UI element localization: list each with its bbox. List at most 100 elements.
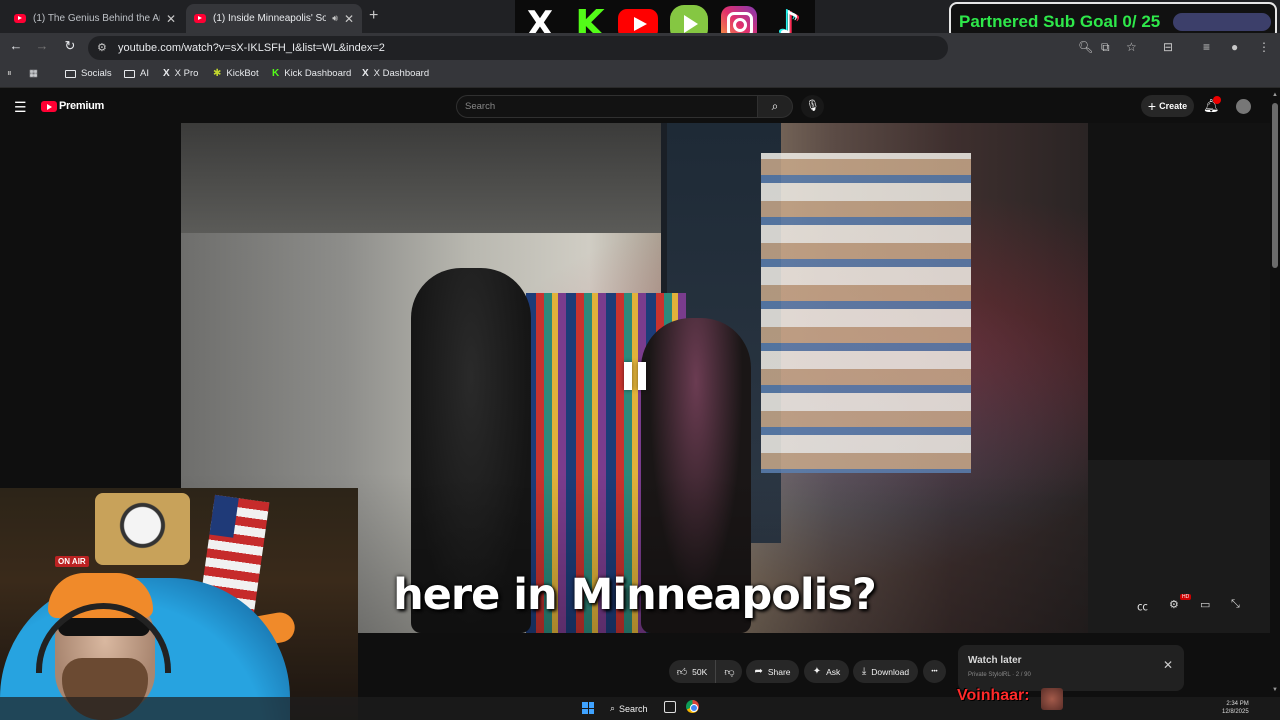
taskbar-search-button[interactable]: ⌕ Search <box>605 700 653 717</box>
ask-label: Ask <box>826 666 841 677</box>
x-icon: X <box>163 68 170 79</box>
scroll-up-arrow-icon[interactable]: ▲ <box>1272 92 1278 98</box>
zoom-icon[interactable]: 🔍︎ <box>1078 40 1093 54</box>
kickbot-icon: ✱ <box>213 68 222 79</box>
download-label: Download <box>871 666 910 677</box>
site-settings-icon[interactable]: ⚙︎ <box>97 41 107 54</box>
download-button[interactable]: ⤓ Download <box>853 660 918 683</box>
taskbar-clock[interactable]: 2:34 PM 12/8/2025 <box>1222 700 1249 716</box>
pause-icon[interactable] <box>617 358 653 394</box>
video-scene-shelves <box>761 153 971 473</box>
menu-icon[interactable]: ☰ <box>14 99 27 116</box>
bookmark-kickbot[interactable]: ✱ KickBot <box>213 68 259 79</box>
bookmark-label: X Dashboard <box>373 68 430 79</box>
microphone-icon[interactable]: 🎙︎ <box>801 95 824 118</box>
windows-taskbar: ⌕ Search 2:34 PM 12/8/2025 <box>0 697 1280 720</box>
youtube-header: ☰ Premium ⌕ 🎙︎ + Create 🔔︎ <box>0 91 1270 122</box>
search-box[interactable] <box>456 95 758 118</box>
share-label: Share <box>767 666 791 677</box>
bookmark-socials[interactable]: Socials <box>65 68 112 79</box>
browser-toolbar: ← → ↻ ⚙︎ youtube.com/watch?v=sX-IKLSFH_I… <box>0 33 1280 62</box>
video-scene-ceiling <box>181 123 741 233</box>
folder-icon <box>65 69 76 78</box>
close-icon[interactable]: ✕ <box>1163 658 1173 672</box>
address-bar[interactable]: ⚙︎ youtube.com/watch?v=sX-IKLSFH_I&list=… <box>88 36 948 60</box>
tab-title: (1) Inside Minneapolis' Som <box>213 13 327 24</box>
kick-icon: K <box>272 68 280 79</box>
like-button[interactable]: 👍︎ 50K <box>669 660 716 683</box>
reading-list-icon[interactable]: ≡ <box>1203 40 1210 54</box>
webcam-on-air-sign: ON AIR <box>55 556 89 567</box>
x-icon: X <box>362 68 369 79</box>
taskbar-search-label: Search <box>619 703 648 714</box>
theater-mode-icon[interactable]: ▭ <box>1200 598 1210 611</box>
bookmark-label: Socials <box>81 68 112 79</box>
close-tab-icon[interactable]: ✕ <box>344 12 354 26</box>
video-side-panel-lower <box>1088 460 1270 633</box>
sub-goal-progress-bar <box>1173 13 1271 31</box>
folder-icon <box>124 69 135 78</box>
captions-icon[interactable]: ㏄ <box>1137 598 1148 614</box>
like-dislike-group: 👍︎ 50K 👎︎ <box>669 660 742 683</box>
webcam-poster <box>95 493 190 565</box>
bookmark-x-pro[interactable]: X X Pro <box>163 68 198 79</box>
more-actions-button[interactable]: ••• <box>923 660 946 683</box>
task-view-icon[interactable] <box>664 701 676 713</box>
watch-later-subtitle: Private StylolRL · 2 / 90 <box>968 672 1031 678</box>
settings-gear-icon[interactable]: ⚙︎ <box>1169 598 1179 611</box>
share-icon: ➦ <box>754 666 763 677</box>
youtube-premium-label[interactable]: Premium <box>59 100 104 112</box>
create-label: Create <box>1159 101 1188 111</box>
notification-badge <box>1213 96 1221 104</box>
dislike-button[interactable]: 👎︎ <box>717 660 742 683</box>
profile-icon[interactable]: ● <box>1231 40 1238 54</box>
search-icon: ⌕ <box>610 703 616 713</box>
watch-later-panel[interactable]: Watch later Private StylolRL · 2 / 90 ✕ <box>958 645 1184 691</box>
bookmark-label: KickBot <box>226 68 259 79</box>
thumbs-up-icon: 👍︎ <box>676 666 688 678</box>
speaker-icon[interactable]: 🔊︎ <box>332 13 338 24</box>
forward-arrow-icon[interactable]: → <box>33 38 51 53</box>
bookmarks-bar: ⏸ ▦ Socials AI X X Pro ✱ KickBot K Kick … <box>0 62 1280 88</box>
share-button[interactable]: ➦ Share <box>746 660 799 683</box>
chat-emote-icon <box>1041 688 1063 710</box>
new-tab-button[interactable]: + <box>369 7 378 25</box>
url-text[interactable]: youtube.com/watch?v=sX-IKLSFH_I&list=WL&… <box>118 42 385 54</box>
browser-tab-1[interactable]: (1) The Genius Behind the Ame ✕ <box>6 4 184 33</box>
bookmark-ai[interactable]: AI <box>124 68 149 79</box>
tab-search-icon[interactable]: ⊟ <box>1163 40 1173 54</box>
scrollbar-thumb[interactable] <box>1272 103 1278 268</box>
page-scrollbar[interactable]: ▲ ▼ <box>1270 91 1280 697</box>
youtube-favicon-icon <box>194 14 206 23</box>
youtube-logo-icon[interactable] <box>41 101 57 112</box>
reload-icon[interactable]: ↻ <box>61 38 79 54</box>
chrome-icon[interactable] <box>686 700 699 713</box>
bookmark-label: X Pro <box>174 68 199 79</box>
back-arrow-icon[interactable]: ← <box>7 38 25 53</box>
bookmark-kick-dashboard[interactable]: K Kick Dashboard <box>272 68 351 79</box>
streamer-webcam: ON AIR <box>0 488 358 720</box>
browser-menu-icon[interactable]: ⋮ <box>1258 40 1270 54</box>
scroll-down-arrow-icon[interactable]: ▼ <box>1272 687 1278 693</box>
bookmark-x-dashboard[interactable]: X X Dashboard <box>362 68 429 79</box>
close-tab-icon[interactable]: ✕ <box>166 12 176 26</box>
ask-button[interactable]: ✦ Ask <box>804 660 849 683</box>
create-button[interactable]: + Create <box>1141 95 1194 117</box>
bookmark-star-icon[interactable]: ☆ <box>1126 40 1137 54</box>
browser-tab-2[interactable]: (1) Inside Minneapolis' Som 🔊︎ ✕ <box>186 4 362 33</box>
sidebar-toggle-icon[interactable]: ⏸ <box>7 68 12 79</box>
sparkle-icon: ✦ <box>812 666 822 677</box>
windows-start-icon[interactable] <box>582 702 594 714</box>
plus-icon: + <box>1147 98 1157 114</box>
youtube-favicon-icon <box>14 14 26 23</box>
fullscreen-icon[interactable]: ⤡ <box>1231 598 1240 611</box>
avatar[interactable] <box>1236 99 1251 114</box>
apps-grid-icon[interactable]: ▦ <box>29 68 38 79</box>
bookmark-label: Kick Dashboard <box>284 68 352 79</box>
sub-goal-text: Partnered Sub Goal 0/ 25 <box>959 12 1161 31</box>
download-icon: ⤓ <box>861 666 867 677</box>
watch-later-title: Watch later <box>968 655 1022 666</box>
install-app-icon[interactable]: ⧉ <box>1101 40 1110 55</box>
search-input[interactable] <box>465 99 750 114</box>
search-icon[interactable]: ⌕ <box>757 95 793 118</box>
